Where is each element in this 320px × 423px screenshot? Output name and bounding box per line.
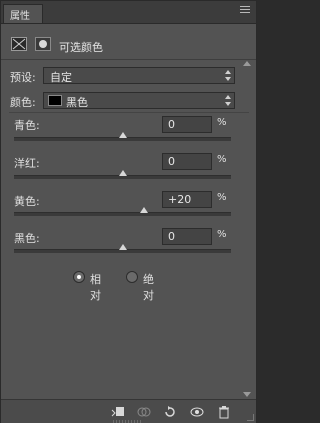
tab-properties-label: 属性 (10, 11, 30, 22)
magenta-input[interactable]: 0 (162, 153, 212, 170)
relative-radio[interactable] (73, 271, 85, 283)
panel-footer (1, 399, 256, 423)
black-unit: % (217, 229, 227, 240)
tab-properties[interactable]: 属性 (3, 4, 43, 23)
cyan-slider-track[interactable] (14, 132, 231, 141)
black-label: 黑色: (14, 232, 40, 245)
trash-icon[interactable] (217, 404, 231, 419)
cyan-label: 青色: (14, 119, 40, 132)
color-dropdown[interactable]: 黑色 (43, 92, 235, 109)
properties-panel: 属性 可选颜色 预设: 自定 颜色: 黑色 青色: 0 % 洋红: 0 % 黄色… (0, 0, 257, 423)
yellow-unit: % (217, 192, 227, 203)
cyan-unit: % (217, 117, 227, 128)
black-slider-track[interactable] (14, 244, 231, 253)
cyan-value: 0 (168, 118, 175, 131)
panel-header: 可选颜色 (1, 24, 256, 60)
view-previous-state-icon[interactable] (137, 404, 151, 418)
panel-menu-icon[interactable] (240, 6, 250, 16)
magenta-slider-thumb[interactable] (119, 170, 127, 176)
absolute-label[interactable]: 绝对 (143, 271, 154, 303)
panel-title: 可选颜色 (59, 41, 103, 54)
cyan-slider-thumb[interactable] (119, 132, 127, 138)
color-label: 颜色: (10, 96, 36, 109)
scroll-up-arrow-icon[interactable] (243, 61, 251, 66)
cyan-input[interactable]: 0 (162, 116, 212, 133)
preset-dropdown-arrows-icon (225, 70, 231, 81)
panel-scrollbar[interactable] (242, 59, 252, 399)
reset-icon[interactable] (163, 404, 177, 418)
black-input[interactable]: 0 (162, 228, 212, 245)
preset-label: 预设: (10, 71, 36, 84)
relative-label[interactable]: 相对 (90, 271, 101, 303)
magenta-value: 0 (168, 155, 175, 168)
preset-value: 自定 (50, 71, 72, 84)
color-value: 黑色 (66, 96, 88, 109)
magenta-unit: % (217, 154, 227, 165)
selective-color-adjustment-icon[interactable] (11, 37, 27, 51)
yellow-value: +20 (168, 193, 192, 206)
layer-mask-icon[interactable] (35, 37, 51, 51)
preset-dropdown[interactable]: 自定 (43, 67, 235, 84)
panel-tab-bar: 属性 (1, 1, 256, 24)
magenta-label: 洋红: (14, 157, 40, 170)
color-dropdown-arrows-icon (225, 95, 231, 106)
scroll-down-arrow-icon[interactable] (243, 392, 251, 397)
divider (9, 112, 249, 113)
magenta-slider-track[interactable] (14, 170, 231, 179)
black-slider-thumb[interactable] (119, 244, 127, 250)
black-value: 0 (168, 230, 175, 243)
visibility-eye-icon[interactable] (190, 404, 204, 418)
yellow-slider-thumb[interactable] (140, 207, 148, 213)
color-swatch (48, 95, 62, 106)
yellow-slider-track[interactable] (14, 207, 231, 216)
yellow-label: 黄色: (14, 195, 40, 208)
corner-resize-handle[interactable] (247, 414, 254, 421)
yellow-input[interactable]: +20 (162, 191, 212, 208)
absolute-radio[interactable] (126, 271, 138, 283)
clip-to-layer-icon[interactable] (111, 404, 125, 418)
